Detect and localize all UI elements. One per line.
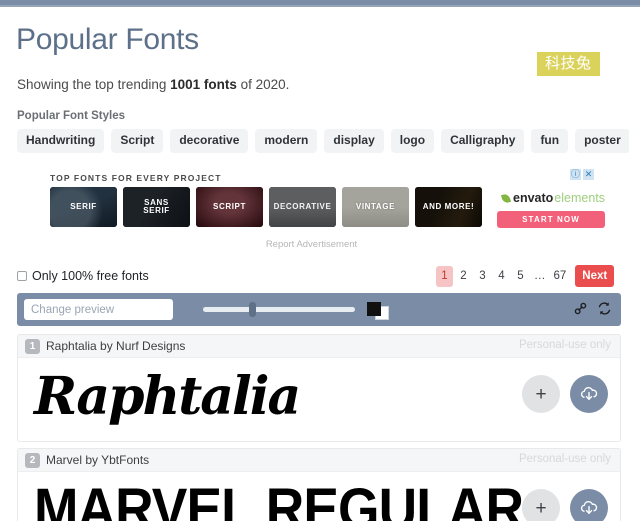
style-tag[interactable]: Script (111, 129, 164, 153)
pagination-page[interactable]: 1 (436, 265, 453, 287)
pagination-page[interactable]: 4 (493, 266, 510, 287)
ad-headline: TOP FONTS FOR EVERY PROJECT (50, 173, 222, 183)
cloud-download-icon (580, 387, 598, 401)
pagination-next-button[interactable]: Next (575, 265, 615, 287)
preview-toolbar (17, 293, 621, 326)
subtitle-prefix: Showing the top trending (17, 77, 171, 92)
refresh-icon[interactable] (597, 301, 612, 316)
font-size-slider[interactable] (203, 302, 355, 317)
font-preview-sample: Raphtalia (34, 366, 301, 427)
pagination-page[interactable]: 2 (455, 266, 472, 287)
preview-toolbar-icons (573, 301, 612, 316)
subtitle-suffix: of 2020. (236, 77, 290, 92)
style-tag[interactable]: Handwriting (17, 129, 105, 153)
style-tag[interactable]: logo (390, 129, 435, 153)
ad-thumbnail[interactable]: VINTAGE (342, 187, 409, 227)
add-to-collection-button[interactable]: + (522, 489, 560, 521)
pagination-ellipsis: … (534, 270, 546, 282)
font-card-actions: + (522, 375, 608, 413)
page-content: Popular Fonts 科技兔 Showing the top trendi… (2, 7, 629, 521)
ad-controls: ⓘ ✕ (570, 169, 594, 180)
font-card-actions: + (522, 489, 608, 521)
brand-name-elements: elements (554, 191, 606, 205)
download-font-button[interactable] (570, 375, 608, 413)
change-preview-input[interactable] (24, 299, 173, 320)
font-preview-sample: MARVEL REGULAR (34, 477, 524, 521)
style-tag-list: Handwriting Script decorative modern display… (17, 129, 629, 153)
ad-thumbnail[interactable]: SANS SERIF (123, 187, 190, 227)
leaf-icon (500, 192, 512, 204)
font-rank-badge: 1 (25, 338, 40, 354)
ad-thumbnail-label: SERIF (70, 201, 97, 211)
font-preview-area: Raphtalia + (18, 358, 620, 441)
font-card-header: 1 Raphtalia by Nurf Designs Personal-use o… (18, 335, 620, 358)
font-list: 1 Raphtalia by Nurf Designs Personal-use o… (17, 334, 621, 521)
ad-thumbnail[interactable]: SCRIPT (196, 187, 263, 227)
download-font-button[interactable] (570, 489, 608, 521)
filter-row: Only 100% free fonts 1 2 3 4 5 … 67 Next (2, 265, 621, 293)
pagination-page[interactable]: 67 (551, 266, 570, 287)
ad-thumbnail-label: SANS SERIF (143, 197, 170, 215)
style-tag[interactable]: decorative (170, 129, 249, 153)
ad-info-icon[interactable]: ⓘ (570, 169, 581, 180)
free-fonts-checkbox[interactable] (17, 271, 27, 281)
color-swatch[interactable] (367, 302, 389, 320)
free-fonts-label: Only 100% free fonts (32, 269, 149, 283)
ad-thumbnail[interactable]: SERIF (50, 187, 117, 227)
font-name-label[interactable]: Marvel by YbtFonts (46, 453, 149, 467)
popular-font-styles-label: Popular Font Styles (17, 110, 125, 122)
font-size-slider-knob[interactable] (248, 302, 256, 317)
font-card: 2 Marvel by YbtFonts Personal-use only MARV… (17, 448, 621, 521)
ad-thumbnail-label: DECORATIVE (273, 201, 332, 211)
link-icon[interactable] (573, 301, 588, 316)
watermark-badge: 科技兔 (537, 52, 600, 77)
style-tag[interactable]: Calligraphy (441, 129, 525, 153)
ad-thumbnail[interactable]: DECORATIVE (269, 187, 336, 227)
cloud-download-icon (580, 501, 598, 515)
font-name-label[interactable]: Raphtalia by Nurf Designs (46, 339, 185, 353)
subtitle-count: 1001 fonts (170, 77, 237, 92)
ad-thumbnail-list: SERIF SANS SERIF SCRIPT DECORATIVE VINTAGE AND… (50, 187, 482, 227)
add-to-collection-button[interactable]: + (522, 375, 560, 413)
brand-name-envato: envato (513, 191, 554, 205)
font-rank-badge: 2 (25, 452, 40, 468)
pagination: 1 2 3 4 5 … 67 Next (436, 265, 615, 287)
report-advertisement-link[interactable]: Report Advertisement (2, 239, 621, 250)
style-tag[interactable]: modern (255, 129, 318, 153)
font-preview-area: MARVEL REGULAR + (18, 472, 620, 521)
style-tag[interactable]: display (324, 129, 384, 153)
ad-thumbnail[interactable]: AND MORE! (415, 187, 482, 227)
page-canvas: Popular Fonts 科技兔 Showing the top trendi… (0, 7, 640, 521)
start-now-button[interactable]: START NOW (497, 211, 605, 228)
free-fonts-checkbox-row[interactable]: Only 100% free fonts (17, 269, 149, 283)
page-title: Popular Fonts (16, 23, 199, 56)
subtitle: Showing the top trending 1001 fonts of 2… (17, 77, 289, 92)
ad-thumbnail-label: AND MORE! (422, 201, 475, 211)
style-tag[interactable]: fun (531, 129, 569, 153)
foreground-color-swatch[interactable] (367, 302, 381, 316)
ad-thumbnail-label: VINTAGE (355, 201, 396, 211)
font-license-label: Personal-use only (518, 453, 611, 465)
pagination-page[interactable]: 5 (512, 266, 529, 287)
ad-close-icon[interactable]: ✕ (583, 169, 594, 180)
font-card-header: 2 Marvel by YbtFonts Personal-use only (18, 449, 620, 472)
font-license-label: Personal-use only (518, 339, 611, 351)
ad-thumbnail-label: SCRIPT (213, 201, 246, 211)
font-card: 1 Raphtalia by Nurf Designs Personal-use o… (17, 334, 621, 442)
envato-elements-logo: envato elements (500, 191, 606, 205)
advertisement-block: TOP FONTS FOR EVERY PROJECT SERIF SANS SER… (2, 167, 621, 255)
style-tag[interactable]: poster (575, 129, 629, 153)
pagination-page[interactable]: 3 (474, 266, 491, 287)
